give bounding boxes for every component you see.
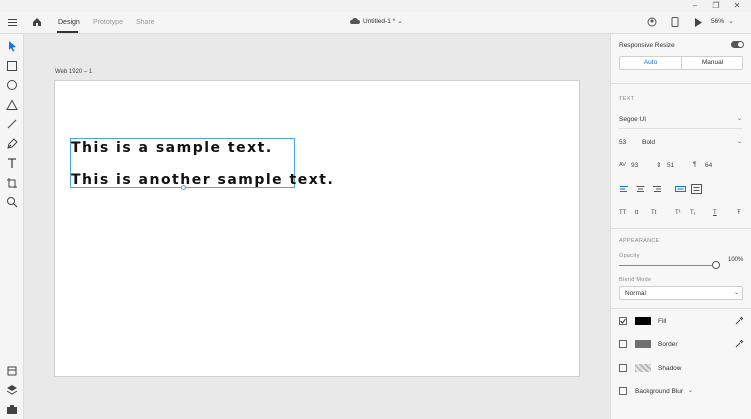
resize-mode-segmented: Auto Manual: [619, 56, 743, 70]
blend-mode-value: Normal: [625, 290, 646, 297]
ellipse-tool-icon[interactable]: [6, 79, 18, 91]
align-center-icon[interactable]: [635, 184, 646, 194]
home-icon[interactable]: [32, 17, 42, 29]
manual-button[interactable]: Manual: [682, 57, 743, 69]
titlecase-button[interactable]: Tt: [651, 210, 656, 216]
strikethrough-button[interactable]: Ŧ: [737, 210, 741, 216]
divider: [611, 83, 751, 84]
plugins-icon[interactable]: [6, 403, 18, 415]
assets-icon[interactable]: [6, 365, 18, 377]
background-blur-checkbox[interactable]: [619, 387, 627, 395]
title-bar: – ❐ ✕: [0, 0, 751, 12]
subscript-button[interactable]: T₁: [690, 210, 696, 216]
auto-button[interactable]: Auto: [620, 57, 682, 69]
superscript-button[interactable]: T¹: [675, 210, 681, 216]
tab-design[interactable]: Design: [58, 19, 80, 26]
border-checkbox[interactable]: [619, 340, 627, 348]
artboard-label[interactable]: Web 1920 – 1: [55, 69, 92, 75]
chevron-down-icon[interactable]: ⌄: [397, 17, 403, 25]
resize-handle[interactable]: [181, 185, 186, 190]
zoom-chevron-icon[interactable]: ⌄: [728, 17, 734, 25]
appearance-section-title: APPEARANCE: [619, 238, 660, 244]
responsive-resize-toggle[interactable]: [731, 41, 744, 48]
fill-label: Fill: [658, 318, 667, 325]
divider: [611, 228, 751, 229]
minimize-button[interactable]: –: [688, 1, 702, 10]
uppercase-button[interactable]: TT: [619, 210, 626, 216]
underline-button[interactable]: T: [713, 210, 717, 216]
play-icon[interactable]: [694, 18, 702, 29]
artboard[interactable]: [54, 80, 580, 377]
pen-tool-icon[interactable]: [6, 138, 18, 150]
font-family-select[interactable]: Segoe UI: [619, 116, 646, 123]
chevron-down-icon[interactable]: ⌄: [737, 115, 742, 122]
fixed-size-icon[interactable]: [691, 184, 702, 194]
blend-mode-select[interactable]: Normal ⌄: [619, 286, 743, 300]
divider: [619, 128, 743, 129]
align-left-icon[interactable]: [619, 184, 630, 194]
zoom-tool-icon[interactable]: [6, 196, 18, 208]
active-tab-indicator: [57, 31, 78, 33]
maximize-button[interactable]: ❐: [709, 1, 723, 10]
border-label: Border: [658, 341, 678, 348]
chevron-down-icon[interactable]: ⌄: [737, 138, 742, 145]
eyedropper-icon[interactable]: [735, 316, 744, 325]
tab-share[interactable]: Share: [136, 19, 155, 26]
property-inspector: Responsive Resize Auto Manual TEXT Segoe…: [610, 34, 751, 419]
line-spacing-input[interactable]: 51: [667, 162, 674, 169]
line-spacing-icon: ⇕: [656, 162, 662, 169]
select-tool-icon[interactable]: [6, 40, 18, 52]
device-preview-icon[interactable]: [671, 17, 679, 29]
tab-prototype[interactable]: Prototype: [93, 19, 123, 26]
opacity-label: Opacity: [619, 253, 640, 259]
text-tool-icon[interactable]: [6, 157, 18, 169]
rectangle-tool-icon[interactable]: [6, 60, 18, 72]
user-icon[interactable]: [647, 17, 657, 29]
blend-mode-label: Blend Mode: [619, 277, 652, 283]
close-button[interactable]: ✕: [730, 1, 744, 10]
character-spacing-icon: AV: [619, 162, 626, 168]
character-spacing-input[interactable]: 93: [631, 162, 638, 169]
eyedropper-icon[interactable]: [735, 339, 744, 348]
fill-swatch[interactable]: [635, 317, 651, 325]
top-bar: Design Prototype Share Untitled-1 * ⌄ 56…: [0, 12, 751, 34]
text-line-2[interactable]: This is another sample text.: [71, 172, 334, 188]
fill-checkbox[interactable]: [619, 317, 627, 325]
polygon-tool-icon[interactable]: [6, 99, 18, 111]
opacity-slider-thumb[interactable]: [712, 261, 720, 269]
background-blur-label: Background Blur: [635, 388, 684, 395]
artboard-tool-icon[interactable]: [6, 177, 18, 189]
font-size-input[interactable]: 53: [619, 139, 626, 146]
hamburger-menu-icon[interactable]: [8, 18, 18, 29]
shadow-swatch[interactable]: [635, 364, 651, 372]
opacity-value[interactable]: 100%: [728, 257, 743, 263]
border-swatch[interactable]: [635, 340, 651, 348]
font-weight-select[interactable]: Bold: [642, 139, 655, 146]
line-tool-icon[interactable]: [6, 118, 18, 130]
lowercase-button[interactable]: tt: [635, 210, 638, 216]
opacity-slider-track[interactable]: [619, 265, 716, 266]
cloud-icon: [350, 18, 360, 27]
auto-width-icon[interactable]: [675, 184, 686, 194]
zoom-level[interactable]: 56%: [711, 18, 724, 25]
paragraph-spacing-icon: ¶: [693, 161, 697, 168]
shadow-checkbox[interactable]: [619, 364, 627, 372]
chevron-down-icon: ⌄: [734, 290, 740, 296]
shadow-label: Shadow: [658, 365, 682, 372]
responsive-resize-label: Responsive Resize: [619, 42, 675, 49]
document-title[interactable]: Untitled-1 *: [363, 18, 395, 25]
tools-toolbar: [0, 34, 24, 419]
divider: [611, 308, 751, 309]
text-section-title: TEXT: [619, 96, 635, 102]
align-right-icon[interactable]: [651, 184, 662, 194]
selected-text-box[interactable]: This is a sample text. This is another s…: [70, 138, 333, 190]
paragraph-spacing-input[interactable]: 64: [705, 162, 712, 169]
text-line-1[interactable]: This is a sample text.: [71, 140, 273, 156]
layers-icon[interactable]: [6, 384, 18, 396]
chevron-down-icon[interactable]: ⌄: [688, 387, 693, 394]
